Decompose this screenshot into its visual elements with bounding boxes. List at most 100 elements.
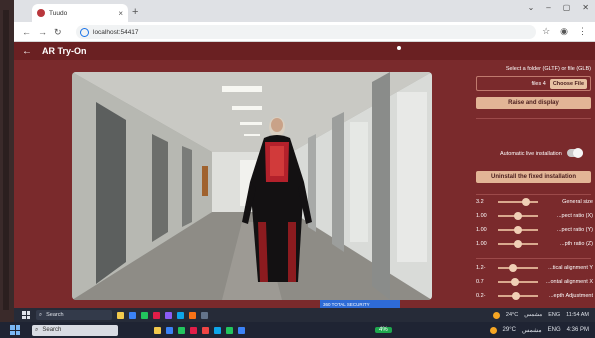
app-icon[interactable] xyxy=(201,311,208,319)
window-controls: ⌄ – ▢ ✕ xyxy=(528,3,589,12)
weather-icon xyxy=(492,311,500,319)
slider-label: ...tical alignment Y xyxy=(548,265,593,271)
app-bar: ← AR Try-On xyxy=(14,42,595,60)
slider-row: 3.2 General size xyxy=(476,198,593,206)
language-indicator[interactable]: ENG xyxy=(548,327,561,333)
auto-install-toggle[interactable] xyxy=(567,148,583,158)
app-icon[interactable] xyxy=(202,326,209,334)
notification-text: 360 TOTAL SECURITY xyxy=(323,301,370,307)
slider-row: 1.00 ...pect ratio (X) xyxy=(476,212,593,220)
app-icon[interactable] xyxy=(214,326,221,334)
slider-thumb[interactable] xyxy=(514,212,522,220)
slider-label: ...pect ratio (X) xyxy=(556,213,593,219)
file-explorer-icon[interactable] xyxy=(154,326,161,334)
slider-row: 1.00 ...pth ratio (Z) xyxy=(476,240,593,248)
app-title: AR Try-On xyxy=(42,46,87,56)
weather-desc: مشمس xyxy=(521,327,542,334)
slider-thumb[interactable] xyxy=(514,226,522,234)
divider xyxy=(476,118,591,119)
weather-temp: 24°C xyxy=(505,312,519,318)
slider-value: 0.2- xyxy=(476,293,486,299)
vscode-icon[interactable] xyxy=(177,311,184,319)
chrome-icon[interactable] xyxy=(141,311,148,319)
chevron-down-icon[interactable]: ⌄ xyxy=(528,3,535,12)
file-picker: files 4 Choose File xyxy=(476,76,591,91)
slider-label: ...pth ratio (Z) xyxy=(559,241,593,247)
weather-temp: 29°C xyxy=(502,327,516,333)
slider-track[interactable] xyxy=(498,240,538,248)
edge-icon[interactable] xyxy=(129,311,136,319)
inner-search-box[interactable]: ⌕ Search xyxy=(36,310,112,320)
tab-strip: Tuudo × + ⌄ – ▢ ✕ xyxy=(14,0,595,22)
control-panel: Select a folder (GLTF) or file (GLB) fil… xyxy=(472,60,595,308)
remote-desktop-icon[interactable] xyxy=(238,326,245,334)
choose-file-button[interactable]: Choose File xyxy=(549,78,587,89)
site-info-icon[interactable] xyxy=(80,27,89,37)
slider-thumb[interactable] xyxy=(509,264,518,272)
slider-label: General size xyxy=(562,199,593,205)
bookmark-star-icon[interactable]: ☆ xyxy=(542,26,550,37)
camera-viewport[interactable] xyxy=(72,72,432,300)
auto-install-label: Automatic live installation xyxy=(500,151,562,157)
language-indicator[interactable]: ENG xyxy=(548,312,560,318)
browser-tab[interactable]: Tuudo × xyxy=(32,4,128,22)
clock[interactable]: 4:36 PM xyxy=(567,327,589,333)
app-icon[interactable] xyxy=(226,326,233,334)
chrome-icon[interactable] xyxy=(178,326,185,334)
clock[interactable]: 11:54 AM xyxy=(566,312,589,318)
slider-track[interactable] xyxy=(498,292,538,300)
start-icon[interactable] xyxy=(22,311,30,319)
slider-track[interactable] xyxy=(498,264,538,272)
tab-title: Tuudo xyxy=(49,9,68,17)
system-tray: 24°C مشمس ENG 11:54 AM xyxy=(492,311,595,319)
back-icon[interactable]: ← xyxy=(22,27,31,37)
uninstall-button[interactable]: Uninstall the fixed installation xyxy=(476,171,591,183)
camera-feed-image xyxy=(72,72,432,300)
app-icon[interactable] xyxy=(165,311,172,319)
inner-taskbar: ⌕ Search 24°C مشمس ENG 11:54 AM xyxy=(14,308,595,322)
new-tab-button[interactable]: + xyxy=(132,6,138,18)
search-label: Search xyxy=(46,312,64,318)
browser-window: Tuudo × + ⌄ – ▢ ✕ ← → ↻ localhost:54417 … xyxy=(14,0,595,308)
raise-and-display-button[interactable]: Raise and display xyxy=(476,97,591,109)
divider xyxy=(476,194,591,195)
slider-track[interactable] xyxy=(498,198,538,206)
edge-icon[interactable] xyxy=(166,326,173,334)
start-icon[interactable] xyxy=(10,325,20,335)
divider xyxy=(476,258,591,259)
desktop-edge xyxy=(0,0,14,322)
file-explorer-icon[interactable] xyxy=(117,311,124,319)
profile-icon[interactable]: ◉ xyxy=(560,26,568,37)
slider-thumb[interactable] xyxy=(522,198,530,206)
maximize-icon[interactable]: ▢ xyxy=(563,3,571,12)
menu-kebab-icon[interactable]: ⋮ xyxy=(578,26,587,37)
outer-search-box[interactable]: ⌕ Search xyxy=(32,324,118,336)
slider-thumb[interactable] xyxy=(510,278,519,286)
notification-popup[interactable]: 360 TOTAL SECURITY xyxy=(320,300,400,308)
minimize-icon[interactable]: – xyxy=(546,3,550,12)
back-arrow-icon[interactable]: ← xyxy=(22,46,32,57)
slider-thumb[interactable] xyxy=(512,292,521,300)
folder-label: Select a folder (GLTF) or file (GLB) xyxy=(505,66,591,72)
app-icon[interactable] xyxy=(153,311,160,319)
screen: Tuudo × + ⌄ – ▢ ✕ ← → ↻ localhost:54417 … xyxy=(0,0,595,338)
slider-value: 1.00 xyxy=(476,241,487,247)
slider-track[interactable] xyxy=(498,278,538,286)
app-icon[interactable] xyxy=(189,311,196,319)
close-window-icon[interactable]: ✕ xyxy=(582,3,589,12)
favicon-icon xyxy=(37,9,45,17)
slider-track[interactable] xyxy=(498,226,538,234)
weather-desc: مشمس xyxy=(524,312,543,318)
slider-thumb[interactable] xyxy=(514,240,522,248)
forward-icon[interactable]: → xyxy=(38,27,47,37)
close-tab-icon[interactable]: × xyxy=(118,9,123,18)
slider-row: 1.00 ...pect ratio (Y) xyxy=(476,226,593,234)
slider-track[interactable] xyxy=(498,212,538,220)
battery-indicator[interactable]: 4% xyxy=(375,327,392,333)
weather-icon xyxy=(489,326,497,334)
app-icon[interactable] xyxy=(190,326,197,334)
slider-label: ...epth Adjustment xyxy=(548,293,593,299)
reload-icon[interactable]: ↻ xyxy=(54,27,62,38)
search-icon: ⌕ xyxy=(39,311,43,318)
url-field[interactable]: localhost:54417 xyxy=(76,25,536,39)
